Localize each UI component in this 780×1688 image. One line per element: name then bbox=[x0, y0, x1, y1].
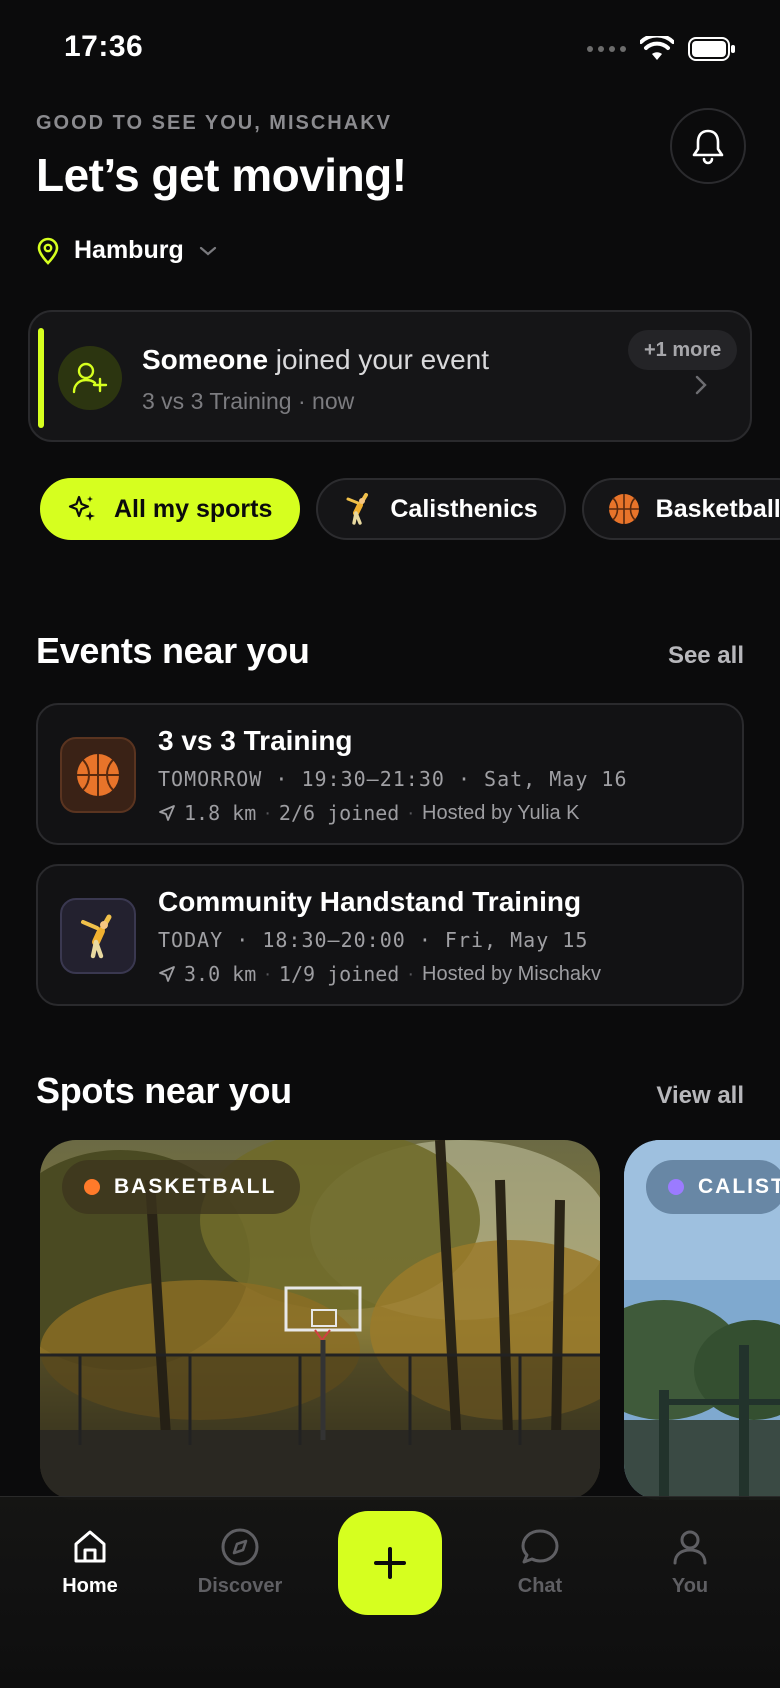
spot-card-basketball[interactable]: BASKETBALL bbox=[40, 1140, 600, 1500]
event-joined: 2/6 joined bbox=[278, 801, 400, 825]
plus-icon bbox=[374, 1547, 406, 1579]
event-day: TOMORROW bbox=[158, 767, 263, 791]
sparkles-icon bbox=[64, 491, 100, 527]
event-time: 18:30–20:00 bbox=[262, 928, 406, 952]
chat-bubble-icon bbox=[521, 1529, 559, 1564]
view-all-spots-link[interactable]: View all bbox=[656, 1082, 744, 1110]
signal-dots-icon bbox=[587, 46, 626, 52]
event-title: Community Handstand Training bbox=[158, 886, 582, 917]
status-icons bbox=[587, 36, 736, 62]
notifications-button[interactable] bbox=[670, 108, 746, 184]
battery-icon bbox=[688, 37, 735, 61]
home-icon bbox=[74, 1530, 106, 1563]
compass-icon bbox=[221, 1528, 259, 1566]
event-title: 3 vs 3 Training bbox=[158, 725, 353, 756]
event-date: Fri, May 15 bbox=[444, 928, 589, 952]
spot-sport-tag: CALIST bbox=[646, 1160, 780, 1214]
handstand-thumb-icon bbox=[60, 898, 136, 974]
greeting: GOOD TO SEE YOU, MISCHAKV bbox=[36, 112, 392, 134]
basketball-emoji-icon bbox=[606, 491, 642, 527]
chip-all-my-sports[interactable]: All my sports bbox=[40, 478, 301, 540]
chip-label: Basketball bbox=[655, 494, 780, 523]
chip-basketball[interactable]: Basketball bbox=[581, 478, 780, 540]
tab-label: You bbox=[671, 1575, 709, 1597]
notification-actor: Someone bbox=[142, 344, 269, 375]
notification-event: 3 vs 3 Training bbox=[142, 388, 292, 414]
bell-icon bbox=[692, 129, 724, 165]
event-meta: 3.0 km · 1/9 joined · Hosted by Mischakv bbox=[158, 962, 601, 986]
sport-dot bbox=[668, 1179, 684, 1195]
tab-label: Discover bbox=[197, 1575, 283, 1597]
notification-time: now bbox=[312, 388, 355, 414]
activity-notification-card[interactable]: Someone joined your event 3 vs 3 Trainin… bbox=[28, 310, 752, 442]
notification-text: Someone joined your event bbox=[142, 344, 489, 376]
chevron-right-icon bbox=[695, 375, 707, 395]
sport-dot bbox=[84, 1179, 100, 1195]
tab-label: Home bbox=[62, 1575, 118, 1597]
tab-home[interactable]: Home bbox=[30, 1527, 150, 1598]
create-event-button[interactable] bbox=[338, 1511, 442, 1615]
tab-label: Chat bbox=[517, 1575, 563, 1597]
navigation-arrow-icon bbox=[159, 805, 175, 821]
events-section-title: Events near you bbox=[36, 630, 310, 671]
basketball-thumb-icon bbox=[60, 737, 136, 813]
tab-chat[interactable]: Chat bbox=[480, 1527, 600, 1598]
location-pin-icon bbox=[37, 237, 59, 265]
notification-action: joined your event bbox=[268, 344, 490, 375]
event-distance: 1.8 km bbox=[184, 801, 257, 825]
spot-card-calisthenics[interactable]: CALIST bbox=[624, 1140, 780, 1500]
navigation-arrow-icon bbox=[159, 966, 175, 982]
event-card[interactable]: 3 vs 3 Training TOMORROW · 19:30–21:30 ·… bbox=[36, 703, 744, 845]
event-meta: 1.8 km · 2/6 joined · Hosted by Yulia K bbox=[158, 801, 580, 825]
chip-calisthenics[interactable]: Calisthenics bbox=[316, 478, 566, 540]
user-add-avatar bbox=[58, 346, 122, 410]
chevron-down-icon bbox=[199, 246, 216, 255]
tab-discover[interactable]: Discover bbox=[180, 1527, 300, 1598]
event-day: TODAY bbox=[158, 928, 224, 952]
bottom-tab-bar: Home Discover Chat You bbox=[0, 1496, 780, 1688]
event-date: Sat, May 16 bbox=[484, 767, 628, 791]
spot-sport-tag: BASKETBALL bbox=[62, 1160, 301, 1214]
see-all-events-link[interactable]: See all bbox=[668, 642, 744, 670]
person-icon bbox=[673, 1530, 707, 1565]
user-plus-icon bbox=[72, 362, 108, 394]
accent-bar bbox=[38, 328, 44, 428]
status-bar: 17:36 bbox=[0, 0, 780, 100]
tab-you[interactable]: You bbox=[630, 1527, 750, 1598]
event-time: 19:30–21:30 bbox=[301, 767, 445, 791]
notification-subtext: 3 vs 3 Training · now bbox=[142, 388, 355, 414]
wifi-icon bbox=[640, 36, 674, 60]
clock: 17:36 bbox=[64, 30, 144, 63]
location-selector[interactable]: Hamburg bbox=[36, 236, 218, 265]
event-schedule: TODAY · 18:30–20:00 · Fri, May 15 bbox=[158, 928, 589, 952]
spot-tag-label: CALIST bbox=[698, 1175, 780, 1198]
event-card[interactable]: Community Handstand Training TODAY · 18:… bbox=[36, 864, 744, 1006]
more-notifications-badge[interactable]: +1 more bbox=[628, 330, 738, 370]
page-title: Let’s get moving! bbox=[36, 149, 407, 201]
chip-label: All my sports bbox=[114, 494, 273, 523]
event-distance: 3.0 km bbox=[184, 962, 257, 986]
event-host: Hosted by Mischakv bbox=[422, 962, 601, 985]
handstand-emoji-icon bbox=[340, 491, 376, 527]
spot-tag-label: BASKETBALL bbox=[114, 1175, 277, 1198]
city-name: Hamburg bbox=[74, 236, 184, 264]
spots-section-title: Spots near you bbox=[36, 1070, 292, 1111]
event-joined: 1/9 joined bbox=[278, 962, 400, 986]
event-schedule: TOMORROW · 19:30–21:30 · Sat, May 16 bbox=[158, 767, 628, 791]
chip-label: Calisthenics bbox=[390, 494, 538, 523]
sport-filter-chips: All my sports Calisthenics Basketball bbox=[40, 478, 780, 540]
event-host: Hosted by Yulia K bbox=[422, 801, 580, 824]
